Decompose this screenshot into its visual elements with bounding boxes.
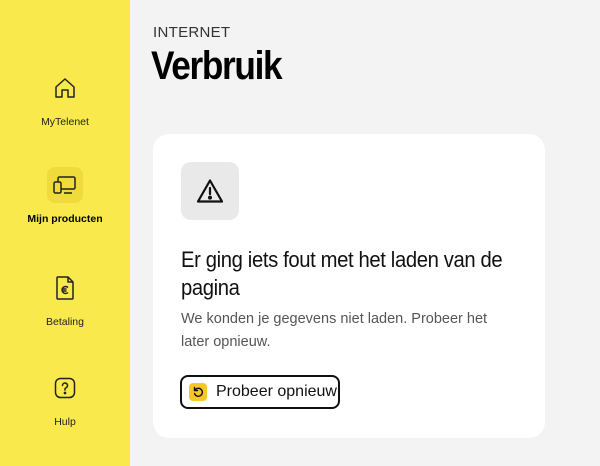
home-icon: [47, 70, 83, 106]
sidebar-item-label: Hulp: [54, 416, 76, 428]
sidebar-item-label: Mijn producten: [27, 213, 103, 225]
question-icon: [47, 370, 83, 406]
sidebar-item-hulp[interactable]: Hulp: [0, 370, 130, 428]
retry-label: Probeer opnieuw: [216, 383, 337, 400]
devices-icon: [47, 167, 83, 203]
sidebar-item-label: MyTelenet: [41, 116, 89, 128]
sidebar: MyTelenet Mijn producten Betaling Hulp: [0, 0, 130, 466]
retry-icon: [189, 383, 207, 401]
main-content: INTERNET Verbruik Er ging iets fout met …: [130, 0, 600, 466]
euro-document-icon: [47, 270, 83, 306]
section-label: INTERNET: [153, 24, 231, 41]
error-card: Er ging iets fout met het laden van de p…: [153, 134, 545, 438]
retry-button[interactable]: Probeer opnieuw: [180, 375, 340, 409]
error-message: We konden je gegevens niet laden. Probee…: [181, 311, 488, 350]
error-heading: Er ging iets fout met het laden van de p…: [181, 247, 503, 300]
page-title: Verbruik: [151, 44, 283, 88]
sidebar-item-mijn-producten[interactable]: Mijn producten: [0, 167, 130, 225]
warning-icon: [181, 162, 239, 220]
sidebar-item-betaling[interactable]: Betaling: [0, 270, 130, 328]
sidebar-item-mytelenet[interactable]: MyTelenet: [0, 70, 130, 128]
sidebar-item-label: Betaling: [46, 316, 84, 328]
